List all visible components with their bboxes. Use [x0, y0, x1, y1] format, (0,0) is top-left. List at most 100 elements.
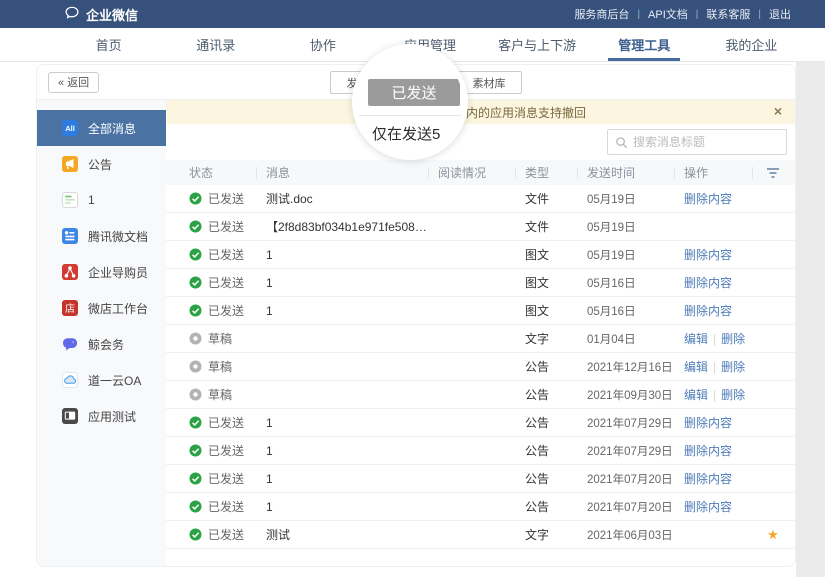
- back-button[interactable]: « 返回: [48, 72, 99, 93]
- row-flag-cell: ★: [752, 527, 794, 543]
- topbar-link[interactable]: API文档: [648, 6, 688, 22]
- sidebar-item[interactable]: 腾讯微文档: [37, 218, 166, 254]
- action-link[interactable]: 编辑: [684, 360, 708, 374]
- note-icon: [61, 191, 79, 209]
- brand: 企业微信: [64, 5, 138, 24]
- action-link[interactable]: 删除内容: [684, 192, 732, 206]
- all-icon: All: [61, 119, 79, 137]
- status-label: 已发送: [208, 470, 244, 487]
- topbar: 企业微信 服务商后台|API文档|联系客服|退出: [0, 0, 825, 28]
- row-actions: 删除内容: [674, 414, 752, 431]
- sidebar-item[interactable]: 店微店工作台: [37, 290, 166, 326]
- wework-admin-screen: 企业微信 服务商后台|API文档|联系客服|退出 首页通讯录协作应用管理客户与上…: [0, 0, 825, 577]
- action-link[interactable]: 删除内容: [684, 500, 732, 514]
- sent-status-icon: [189, 276, 202, 289]
- table-row: 已发送1公告2021年07月29日删除内容: [166, 409, 795, 437]
- table-row: 已发送测试.doc文件05月19日删除内容: [166, 185, 795, 213]
- action-link[interactable]: 删除内容: [684, 472, 732, 486]
- content: All全部消息公告1腾讯微文档企业导购员店微店工作台鲸会务道一云OA应用测试 内…: [37, 99, 795, 566]
- nav-tab[interactable]: 首页: [55, 28, 162, 61]
- send-time: 2021年06月03日: [577, 527, 674, 543]
- sidebar-item-label: 企业导购员: [88, 264, 148, 281]
- status-label: 已发送: [208, 442, 244, 459]
- message-type: 图文: [515, 274, 577, 291]
- col-actions: 操作: [674, 164, 752, 181]
- topbar-link[interactable]: 退出: [769, 6, 791, 22]
- filter-header: [752, 167, 794, 179]
- table-row: 草稿文字01月04日编辑|删除: [166, 325, 795, 353]
- topbar-link[interactable]: 服务商后台: [574, 6, 629, 22]
- search-input[interactable]: [633, 135, 779, 149]
- sidebar-item[interactable]: 应用测试: [37, 398, 166, 434]
- message-title: 测试: [256, 526, 428, 543]
- col-message: 消息: [256, 164, 428, 181]
- sidebar-item-label: 应用测试: [88, 408, 136, 425]
- nav-tab[interactable]: 通讯录: [162, 28, 269, 61]
- filter-icon[interactable]: [766, 167, 780, 179]
- action-link[interactable]: 删除内容: [684, 444, 732, 458]
- row-actions: 删除内容: [674, 442, 752, 459]
- message-type: 图文: [515, 246, 577, 263]
- message-type: 公告: [515, 498, 577, 515]
- search-box: [607, 129, 787, 155]
- sidebar-item[interactable]: 1: [37, 182, 166, 218]
- topbar-links: 服务商后台|API文档|联系客服|退出: [574, 6, 791, 22]
- doc-icon: [61, 227, 79, 245]
- send-time: 05月16日: [577, 303, 674, 319]
- sent-status-icon: [189, 304, 202, 317]
- action-link[interactable]: 删除内容: [684, 416, 732, 430]
- shop-icon: 店: [61, 299, 79, 317]
- table-row: 草稿公告2021年09月30日编辑|删除: [166, 381, 795, 409]
- message-type: 公告: [515, 358, 577, 375]
- status-label: 草稿: [208, 330, 232, 347]
- cloud-icon: [61, 371, 79, 389]
- sidebar-item[interactable]: 道一云OA: [37, 362, 166, 398]
- sidebar-item-label: 道一云OA: [88, 372, 141, 389]
- sidebar-item[interactable]: All全部消息: [37, 110, 166, 146]
- action-link[interactable]: 删除: [721, 388, 745, 402]
- topbar-link[interactable]: 联系客服: [706, 6, 750, 22]
- sidebar-item[interactable]: 企业导购员: [37, 254, 166, 290]
- status-label: 已发送: [208, 218, 244, 235]
- row-actions: 编辑 | 删除: [674, 330, 752, 347]
- status-label: 已发送: [208, 190, 244, 207]
- row-actions: 编辑|删除: [674, 358, 752, 375]
- sidebar-item[interactable]: 公告: [37, 146, 166, 182]
- action-link[interactable]: 删除: [721, 332, 745, 346]
- action-separator: |: [713, 388, 716, 402]
- message-type: 公告: [515, 442, 577, 459]
- nav-tab[interactable]: 协作: [269, 28, 376, 61]
- send-time: 2021年07月29日: [577, 443, 674, 459]
- magnified-banner-text: 仅在发送5: [372, 123, 440, 144]
- sent-status-icon: [189, 220, 202, 233]
- sidebar-item[interactable]: 鲸会务: [37, 326, 166, 362]
- action-link[interactable]: 编辑: [684, 332, 708, 346]
- action-link[interactable]: 编辑: [684, 388, 708, 402]
- star-icon[interactable]: ★: [767, 527, 779, 542]
- megaphone-icon: [61, 155, 79, 173]
- table-row: 已发送测试文字2021年06月03日★: [166, 521, 795, 549]
- nav-tab[interactable]: 客户与上下游: [484, 28, 591, 61]
- action-link[interactable]: 删除: [721, 360, 745, 374]
- close-icon[interactable]: ×: [774, 104, 782, 118]
- action-link[interactable]: 删除内容: [684, 304, 732, 318]
- row-actions: 删除内容: [674, 302, 752, 319]
- table-row: 已发送1图文05月16日删除内容: [166, 297, 795, 325]
- wework-logo-icon: [64, 5, 80, 24]
- sent-status-icon: [189, 472, 202, 485]
- message-title: 1: [256, 248, 428, 262]
- svg-text:All: All: [65, 124, 75, 133]
- message-title: 测试.doc: [256, 190, 428, 207]
- action-link[interactable]: 删除内容: [684, 248, 732, 262]
- row-actions: 删除内容: [674, 274, 752, 291]
- message-title: 1: [256, 500, 428, 514]
- topbar-link-separator: |: [696, 9, 699, 20]
- nav-tab[interactable]: 我的企业: [698, 28, 805, 61]
- search-icon: [615, 136, 628, 149]
- nav-tab[interactable]: 管理工具: [591, 28, 698, 61]
- status-label: 已发送: [208, 274, 244, 291]
- action-separator: |: [713, 332, 716, 346]
- sent-status-icon: [189, 444, 202, 457]
- action-link[interactable]: 删除内容: [684, 276, 732, 290]
- magnified-sent-tab[interactable]: 已发送: [368, 79, 460, 106]
